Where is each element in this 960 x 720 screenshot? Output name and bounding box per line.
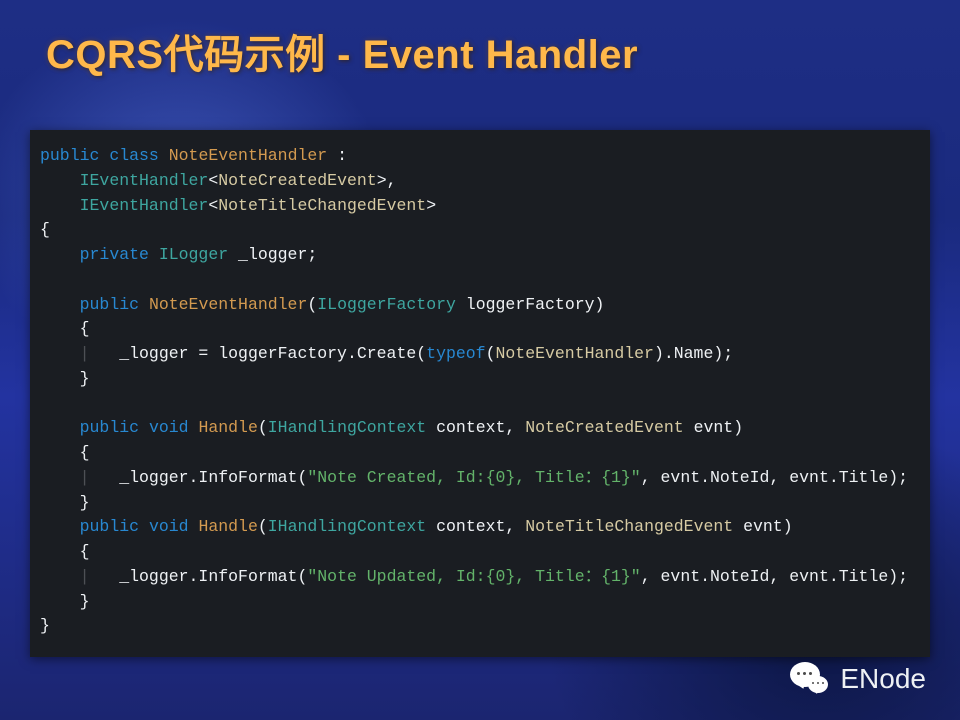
code-line: public NoteEventHandler(ILoggerFactory l… (40, 293, 920, 318)
code-line: { (40, 317, 920, 342)
code-line: | _logger.InfoFormat("Note Updated, Id:{… (40, 565, 920, 590)
code-line: } (40, 590, 920, 615)
chat-bubbles-icon (788, 658, 830, 700)
code-line: IEventHandler<NoteTitleChangedEvent> (40, 194, 920, 219)
code-line: | _logger = loggerFactory.Create(typeof(… (40, 342, 920, 367)
footer: ENode (788, 658, 926, 700)
code-line: public void Handle(IHandlingContext cont… (40, 416, 920, 441)
code-line: } (40, 367, 920, 392)
code-line: { (40, 540, 920, 565)
code-line: { (40, 218, 920, 243)
code-line: public void Handle(IHandlingContext cont… (40, 515, 920, 540)
code-line: private ILogger _logger; (40, 243, 920, 268)
code-line: } (40, 491, 920, 516)
slide: CQRS代码示例 - Event Handler public class No… (0, 0, 960, 720)
code-line: public class NoteEventHandler : (40, 144, 920, 169)
code-block: public class NoteEventHandler : IEventHa… (30, 130, 930, 657)
code-line: IEventHandler<NoteCreatedEvent>, (40, 169, 920, 194)
code-line (40, 392, 920, 417)
footer-label: ENode (840, 663, 926, 695)
slide-title: CQRS代码示例 - Event Handler (46, 22, 638, 80)
code-line: | _logger.InfoFormat("Note Created, Id:{… (40, 466, 920, 491)
code-line (40, 268, 920, 293)
code-line: } (40, 614, 920, 639)
code-line: { (40, 441, 920, 466)
